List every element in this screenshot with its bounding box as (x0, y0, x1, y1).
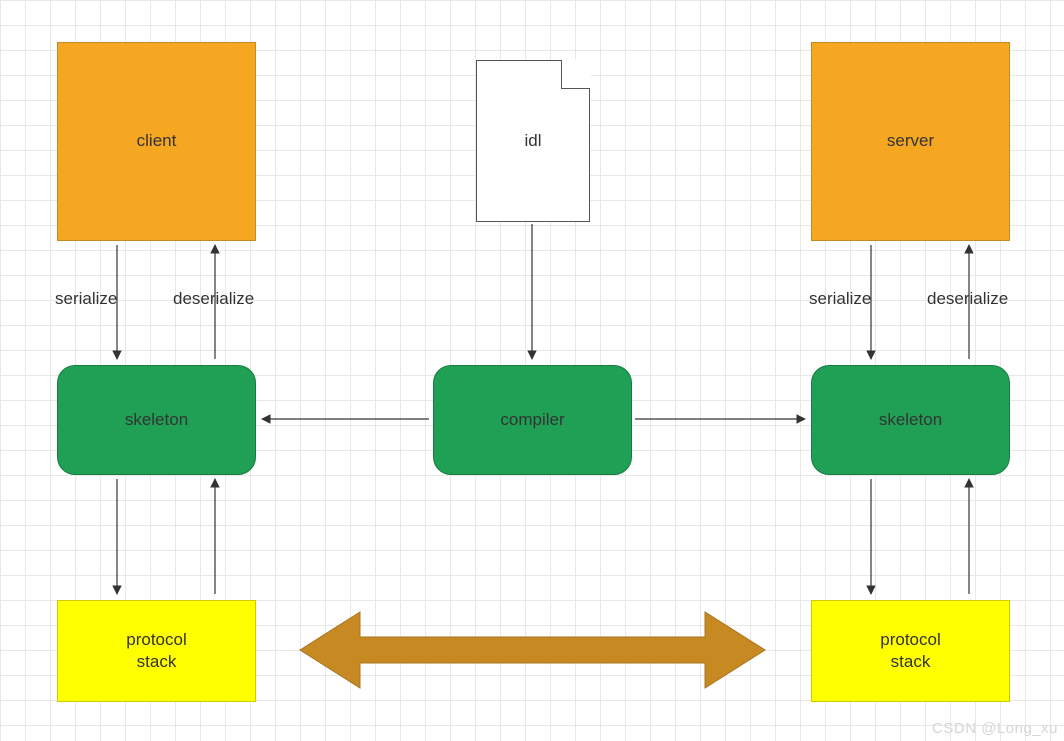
node-protocol-right-l1: protocol (880, 630, 940, 649)
node-idl-file: idl (476, 60, 590, 222)
node-protocol-left-l2: stack (137, 652, 177, 671)
node-skeleton-left-label: skeleton (125, 409, 188, 431)
watermark: CSDN @Long_xu (932, 720, 1058, 737)
node-client-label: client (137, 130, 177, 152)
node-compiler: compiler (433, 365, 632, 475)
diagram-canvas: client server idl skeleton compiler skel… (0, 0, 1064, 741)
node-protocol-right-l2: stack (891, 652, 931, 671)
node-idl-label: idl (524, 131, 541, 151)
label-serialize-right: serialize (809, 289, 871, 309)
node-client: client (57, 42, 256, 241)
node-compiler-label: compiler (500, 409, 564, 431)
label-deserialize-right: deserialize (927, 289, 1008, 309)
node-skeleton-left: skeleton (57, 365, 256, 475)
label-deserialize-left: deserialize (173, 289, 254, 309)
node-server-label: server (887, 130, 934, 152)
node-protocol-left-l1: protocol (126, 630, 186, 649)
label-network: network (502, 640, 562, 660)
node-protocol-stack-left: protocol stack (57, 600, 256, 702)
node-skeleton-right: skeleton (811, 365, 1010, 475)
node-protocol-stack-right: protocol stack (811, 600, 1010, 702)
node-server: server (811, 42, 1010, 241)
label-serialize-left: serialize (55, 289, 117, 309)
node-skeleton-right-label: skeleton (879, 409, 942, 431)
